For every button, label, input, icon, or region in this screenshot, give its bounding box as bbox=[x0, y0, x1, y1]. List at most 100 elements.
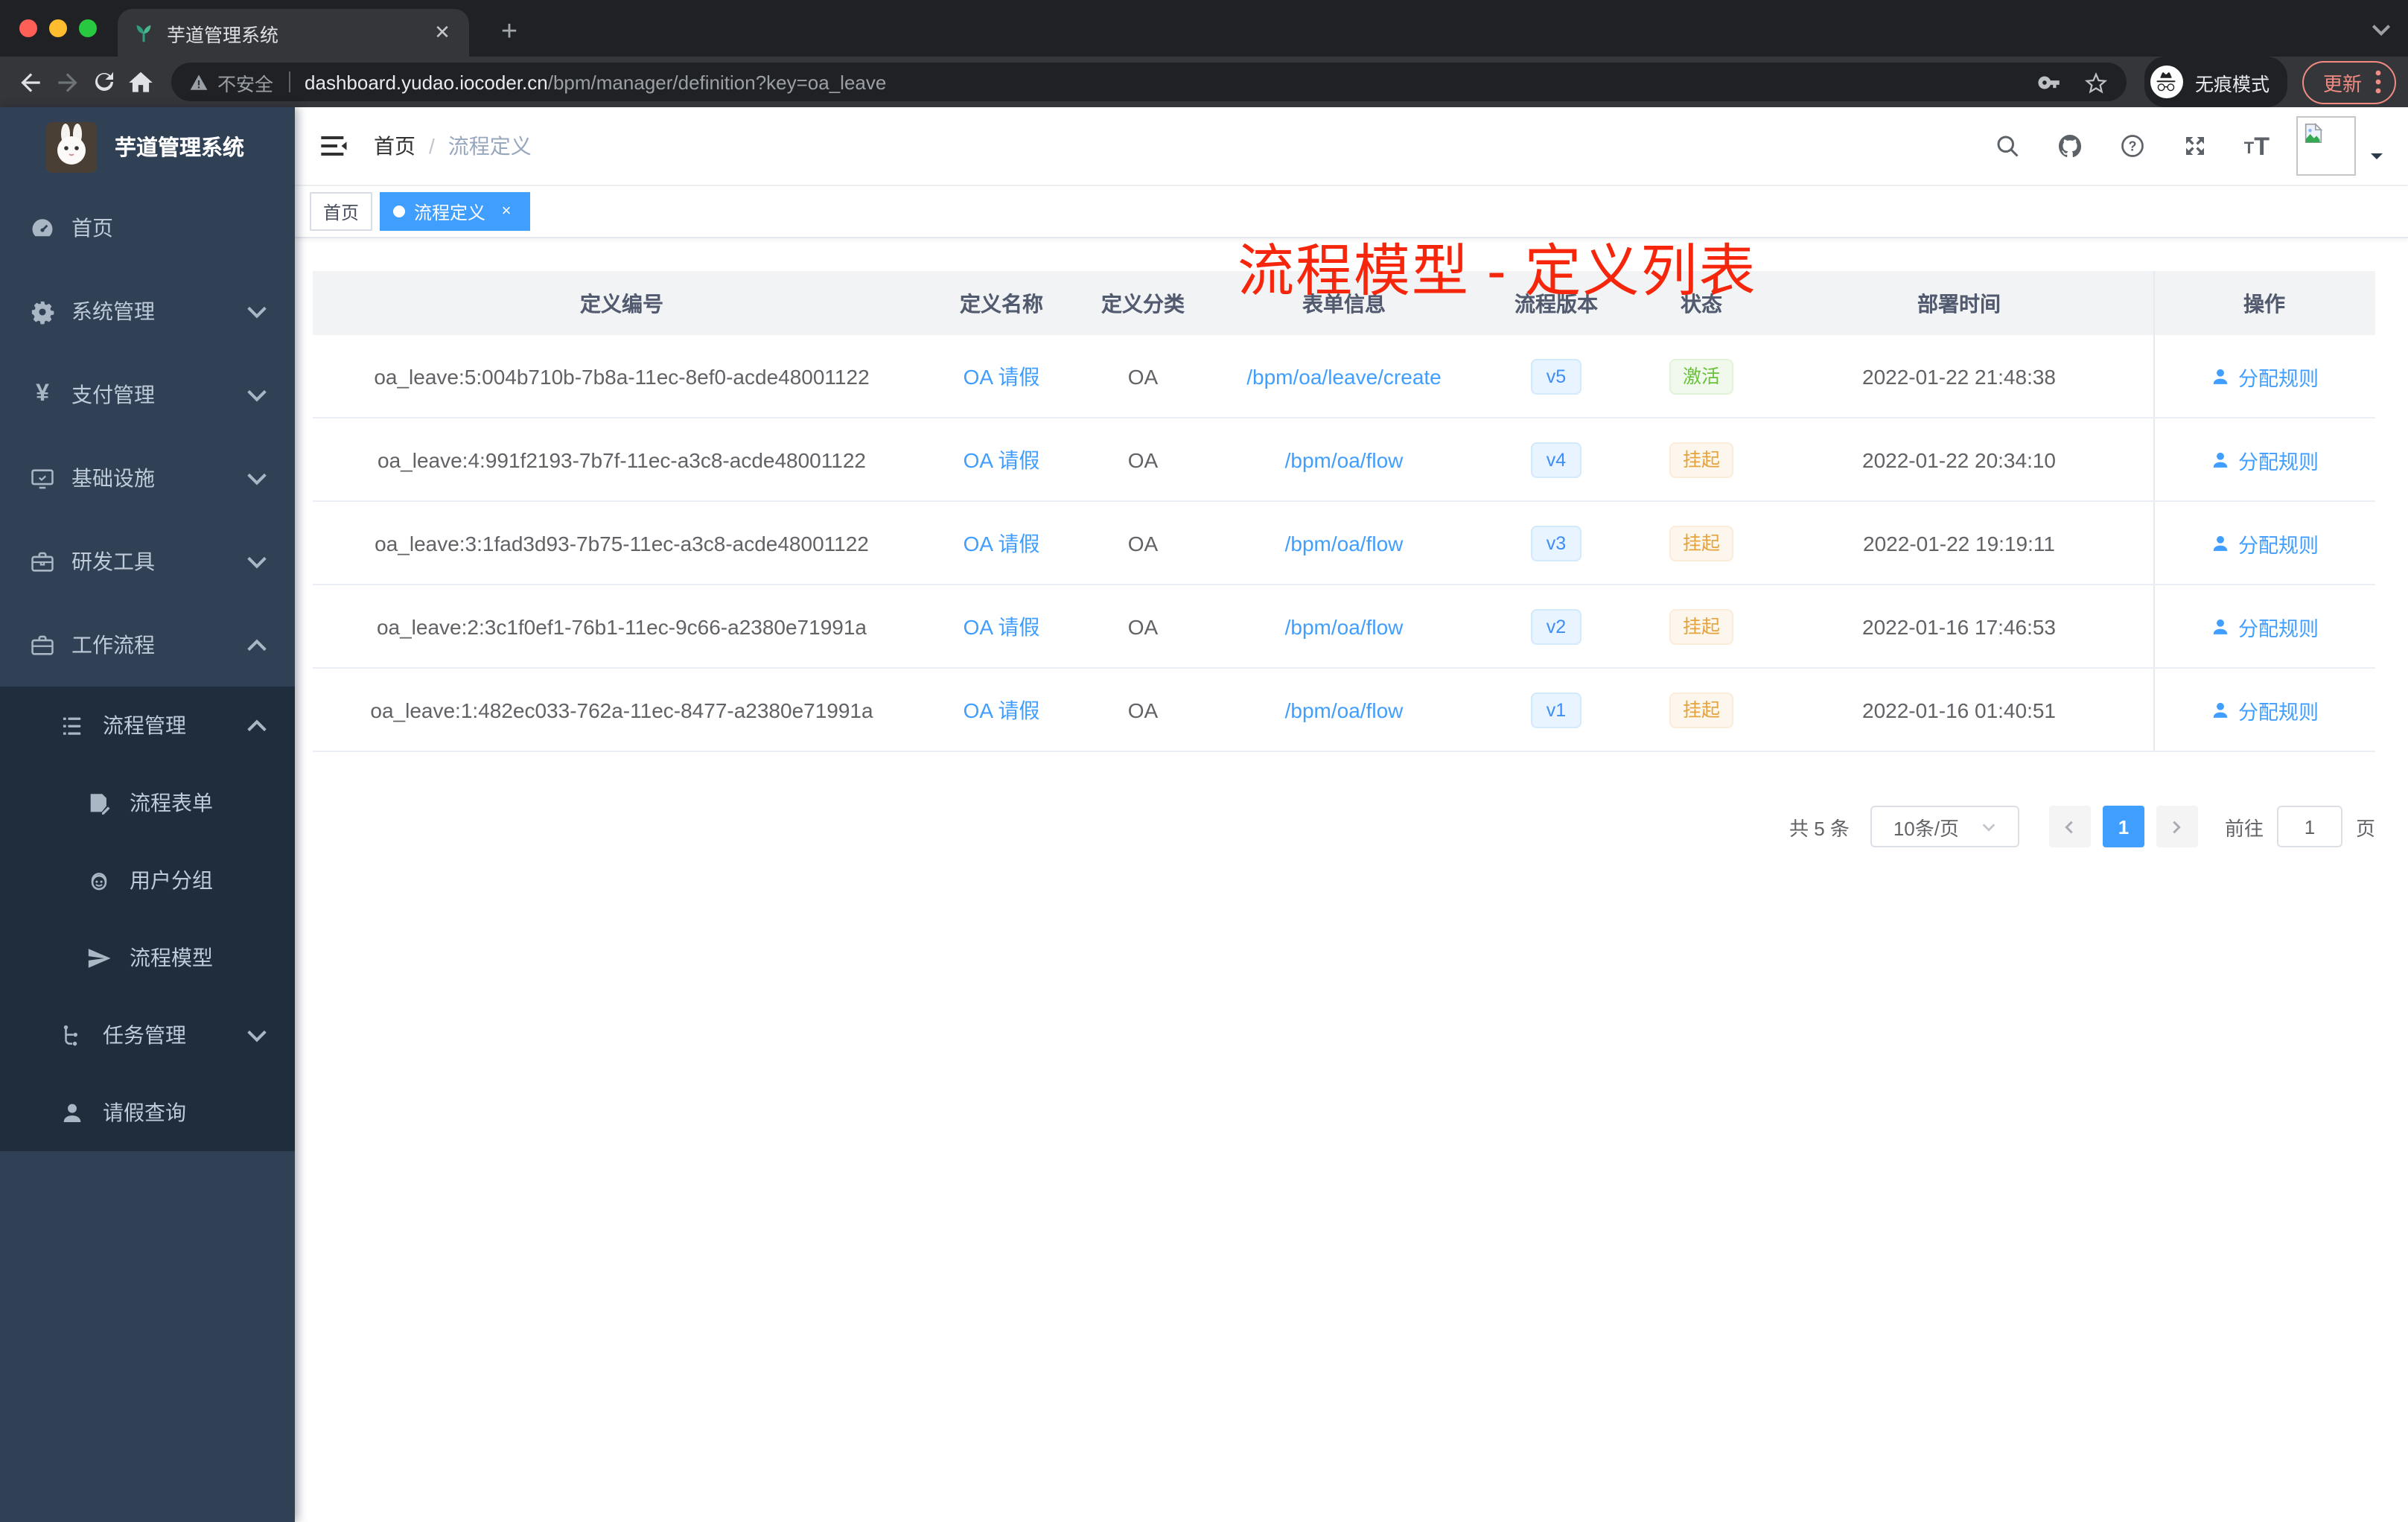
definition-id-cell: oa_leave:5:004b710b-7b8a-11ec-8ef0-acde4… bbox=[374, 364, 870, 388]
sidebar-menu: 首页系统管理 ¥ 支付管理 基础设施研发工具工作流程 流程管理流程表单用户分组 流程模型任… bbox=[0, 186, 295, 1151]
definition-name-cell: OA 请假 bbox=[931, 502, 1072, 584]
assign-user-icon bbox=[2210, 532, 2231, 553]
status-badge: 激活 bbox=[1669, 358, 1733, 394]
version-cell: v4 bbox=[1474, 418, 1638, 500]
definition-name-link[interactable]: OA 请假 bbox=[963, 361, 1040, 391]
pagination-total: 共 5 条 bbox=[1789, 817, 1850, 839]
sidebar-item-workflow[interactable]: 工作流程 bbox=[0, 603, 295, 687]
svg-text:?: ? bbox=[2128, 138, 2136, 153]
page-unit-label: 页 bbox=[2355, 817, 2375, 839]
sidebar-item-payment-management[interactable]: ¥ 支付管理 bbox=[0, 353, 295, 436]
url-bar[interactable]: 不安全 dashboard.yudao.iocoder.cn/bpm/manag… bbox=[171, 63, 2127, 101]
active-tag-dot bbox=[393, 206, 406, 217]
definition-table: 定义编号 定义名称 定义分类 表单信息 流程版本 状态 部署时间 操作 oa_leave:5:… bbox=[313, 271, 2375, 752]
action-cell: 分配规则 bbox=[2153, 585, 2375, 667]
browser-toolbar: 不安全 dashboard.yudao.iocoder.cn/bpm/manag… bbox=[0, 57, 2408, 107]
maximize-window-button[interactable] bbox=[79, 19, 97, 37]
user-avatar[interactable] bbox=[2296, 116, 2356, 176]
assign-rule-button[interactable]: 分配规则 bbox=[2210, 528, 2319, 558]
form-info-cell: /bpm/oa/leave/create bbox=[1214, 335, 1474, 417]
sidebar-item-infrastructure[interactable]: 基础设施 bbox=[0, 436, 295, 520]
back-icon[interactable] bbox=[16, 68, 45, 96]
page-size-select[interactable]: 10条/页 bbox=[1870, 806, 2019, 847]
home-icon[interactable] bbox=[127, 68, 155, 96]
definition-name-link[interactable]: OA 请假 bbox=[963, 445, 1040, 474]
macos-window-controls[interactable] bbox=[19, 19, 97, 37]
browser-update-menu-button[interactable]: 更新 bbox=[2302, 60, 2396, 104]
version-cell: v1 bbox=[1474, 669, 1638, 751]
tab-close-icon[interactable]: ✕ bbox=[430, 21, 454, 45]
close-window-button[interactable] bbox=[19, 19, 37, 37]
font-size-icon[interactable]: TT bbox=[2244, 133, 2270, 159]
form-link[interactable]: /bpm/oa/flow bbox=[1285, 614, 1404, 638]
breadcrumb-separator: / bbox=[429, 134, 435, 158]
version-cell: v2 bbox=[1474, 585, 1638, 667]
security-warning-icon[interactable] bbox=[189, 72, 208, 92]
breadcrumb-home[interactable]: 首页 bbox=[374, 131, 415, 161]
deploy-time-cell: 2022-01-16 01:40:51 bbox=[1862, 698, 2056, 722]
avatar-dropdown-caret-icon[interactable] bbox=[2369, 149, 2384, 164]
select-caret-icon bbox=[1980, 818, 1996, 835]
chevron-right-icon bbox=[2169, 818, 2185, 835]
app-title: 芋道管理系统 bbox=[115, 137, 244, 161]
assign-rule-button[interactable]: 分配规则 bbox=[2210, 445, 2319, 474]
definition-name-link[interactable]: OA 请假 bbox=[963, 695, 1040, 725]
search-icon[interactable] bbox=[1994, 133, 2021, 159]
sidebar-item-label: 流程表单 bbox=[130, 791, 213, 815]
sidebar-item-dev-tools[interactable]: 研发工具 bbox=[0, 520, 295, 603]
sidebar-item-process-model[interactable]: 流程模型 bbox=[0, 919, 295, 996]
current-page-button[interactable]: 1 bbox=[2102, 806, 2144, 847]
status-cell: 激活 bbox=[1638, 335, 1765, 417]
update-label: 更新 bbox=[2322, 72, 2362, 95]
incognito-icon bbox=[2156, 71, 2178, 93]
sidebar-item-label: 研发工具 bbox=[71, 550, 155, 573]
sidebar-item-process-form[interactable]: 流程表单 bbox=[0, 764, 295, 841]
tab-search-chevron-icon[interactable] bbox=[2369, 18, 2393, 42]
browser-tab[interactable]: 芋道管理系统 ✕ bbox=[118, 9, 469, 57]
table-row: oa_leave:3:1fad3d93-7b75-11ec-a3c8-acde4… bbox=[313, 502, 2375, 585]
definition-category-cell: OA bbox=[1127, 698, 1159, 722]
tree-icon bbox=[60, 1022, 85, 1048]
form-link[interactable]: /bpm/oa/flow bbox=[1285, 448, 1404, 471]
table-row: oa_leave:4:991f2193-7b7f-11ec-a3c8-acde4… bbox=[313, 418, 2375, 502]
sidebar-item-process-management[interactable]: 流程管理 bbox=[0, 687, 295, 764]
goto-page-input[interactable] bbox=[2276, 806, 2342, 847]
assign-rule-button[interactable]: 分配规则 bbox=[2210, 361, 2319, 391]
definition-category-cell: OA bbox=[1127, 614, 1159, 638]
assign-user-icon bbox=[2210, 449, 2231, 470]
chevron-down-icon bbox=[244, 549, 270, 574]
fullscreen-icon[interactable] bbox=[2182, 133, 2208, 159]
password-key-icon[interactable] bbox=[2037, 69, 2063, 95]
tags-view-tab-1[interactable]: 流程定义 × bbox=[380, 192, 531, 231]
tags-view-tab-0[interactable]: 首页 bbox=[310, 192, 373, 231]
table-row: oa_leave:2:3c1f0ef1-76b1-11ec-9c66-a2380… bbox=[313, 585, 2375, 669]
browser-tab-strip: 芋道管理系统 ✕ + bbox=[0, 0, 2408, 57]
reload-icon[interactable] bbox=[91, 69, 118, 95]
sidebar-item-label: 首页 bbox=[71, 216, 113, 240]
minimize-window-button[interactable] bbox=[49, 19, 67, 37]
github-icon[interactable] bbox=[2057, 133, 2083, 159]
chevron-left-icon bbox=[2062, 818, 2078, 835]
form-link[interactable]: /bpm/oa/leave/create bbox=[1246, 364, 1442, 388]
form-link[interactable]: /bpm/oa/flow bbox=[1285, 531, 1404, 555]
prev-page-button[interactable] bbox=[2048, 806, 2091, 847]
assign-rule-button[interactable]: 分配规则 bbox=[2210, 611, 2319, 641]
forward-icon[interactable] bbox=[54, 68, 82, 96]
sidebar-item-leave-query[interactable]: 请假查询 bbox=[0, 1074, 295, 1151]
sidebar-item-system-management[interactable]: 系统管理 bbox=[0, 270, 295, 353]
tag-close-icon[interactable]: × bbox=[496, 201, 517, 222]
sidebar-item-task-management[interactable]: 任务管理 bbox=[0, 996, 295, 1074]
sidebar-collapse-icon[interactable] bbox=[319, 131, 348, 161]
sidebar-item-home[interactable]: 首页 bbox=[0, 186, 295, 270]
sidebar-item-user-group[interactable]: 用户分组 bbox=[0, 841, 295, 919]
definition-name-link[interactable]: OA 请假 bbox=[963, 528, 1040, 558]
help-icon[interactable]: ? bbox=[2119, 133, 2146, 159]
bookmark-star-icon[interactable] bbox=[2083, 69, 2109, 95]
form-link[interactable]: /bpm/oa/flow bbox=[1285, 698, 1404, 722]
next-page-button[interactable] bbox=[2156, 806, 2198, 847]
new-tab-button[interactable]: + bbox=[491, 15, 527, 51]
sidebar-logo[interactable]: 芋道管理系统 bbox=[0, 107, 295, 186]
definition-name-link[interactable]: OA 请假 bbox=[963, 611, 1040, 641]
paper-plane-icon bbox=[86, 945, 112, 970]
assign-rule-button[interactable]: 分配规则 bbox=[2210, 695, 2319, 725]
